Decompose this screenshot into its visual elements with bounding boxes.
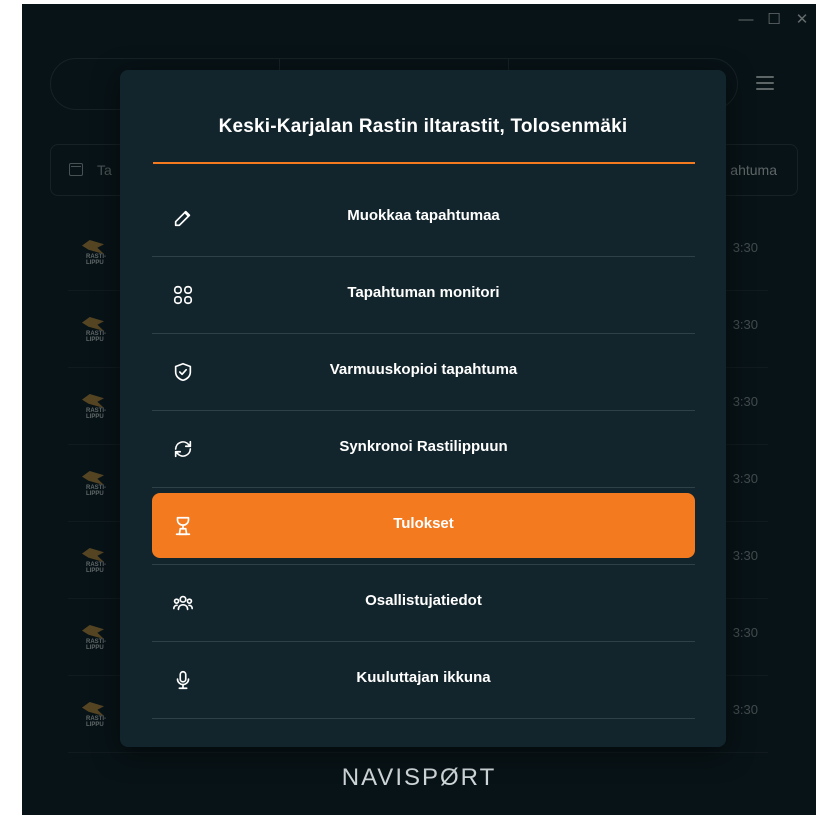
action-menu: Muokkaa tapahtumaa Tapahtuman monitori V… (152, 185, 695, 724)
menu-item-label: Osallistujatiedot (365, 592, 482, 609)
menu-item-label: Tapahtuman monitori (347, 284, 500, 301)
menu-item-label: Synkronoi Rastilippuun (339, 438, 508, 455)
menu-item-sync-rastilippu[interactable]: Synkronoi Rastilippuun (152, 416, 695, 488)
menu-item-edit-event[interactable]: Muokkaa tapahtumaa (152, 185, 695, 257)
app-window: — ☐ ✕ Ta ahtuma RASTI- LIPPU3:30RASTI- L… (22, 4, 816, 815)
menu-item-participants[interactable]: Osallistujatiedot (152, 570, 695, 642)
menu-item-event-monitor[interactable]: Tapahtuman monitori (152, 262, 695, 334)
title-divider (153, 162, 695, 164)
navisport-logo: NAVISPØRT (341, 764, 497, 791)
modal-title: Keski-Karjalan Rastin iltarastit, Tolose… (218, 116, 628, 137)
event-actions-modal: Keski-Karjalan Rastin iltarastit, Tolose… (120, 70, 726, 747)
menu-item-label: Tulokset (393, 515, 454, 532)
menu-item-announcer-window[interactable]: Kuuluttajan ikkuna (152, 647, 695, 719)
menu-item-backup-event[interactable]: Varmuuskopioi tapahtuma (152, 339, 695, 411)
menu-item-results[interactable]: Tulokset (152, 493, 695, 565)
menu-item-label: Muokkaa tapahtumaa (347, 207, 500, 224)
menu-item-label: Kuuluttajan ikkuna (356, 669, 491, 686)
menu-item-label: Varmuuskopioi tapahtuma (329, 361, 518, 378)
